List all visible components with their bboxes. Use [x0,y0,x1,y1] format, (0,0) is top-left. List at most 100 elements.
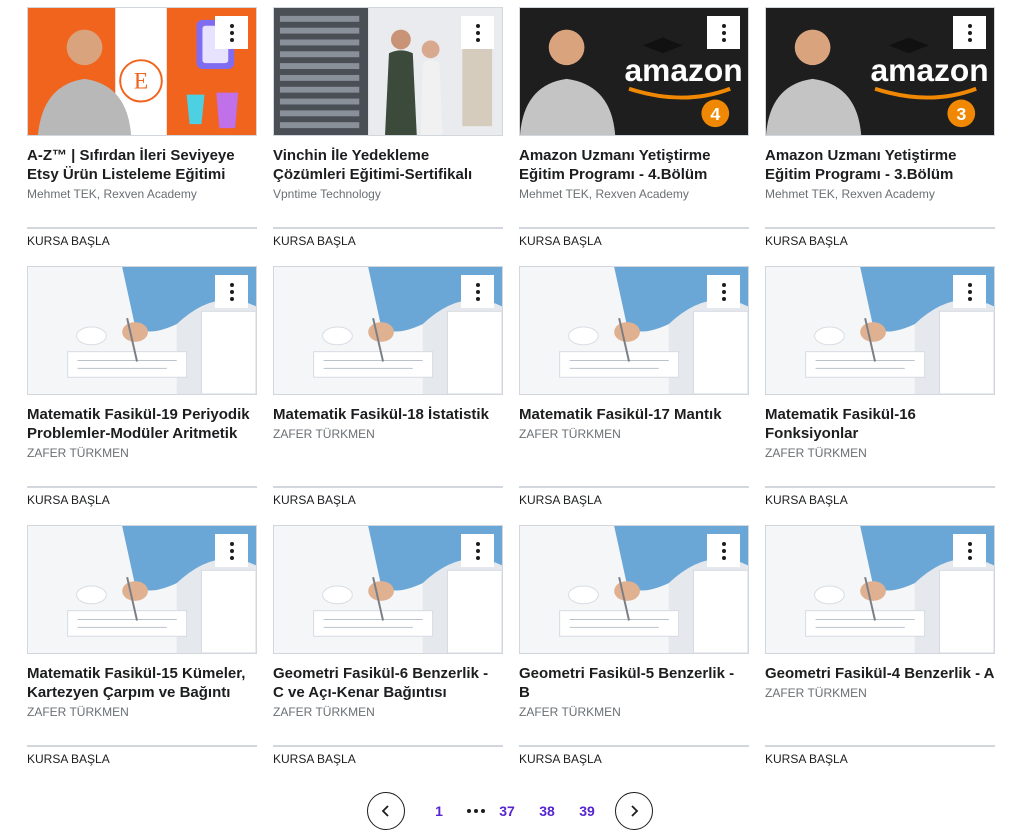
course-title[interactable]: Matematik Fasikül-19 Periyodik Problemle… [27,405,257,443]
more-vertical-icon [721,282,726,301]
course-instructor: Mehmet TEK, Rexven Academy [27,187,197,201]
more-options-button[interactable] [215,534,248,567]
course-instructor: ZAFER TÜRKMEN [27,446,129,460]
course-thumbnail[interactable] [519,525,749,654]
start-course-link[interactable]: KURSA BAŞLA [273,493,503,507]
page-link-37[interactable]: 37 [497,803,517,819]
page-link-1[interactable]: 1 [433,803,445,819]
more-vertical-icon [721,541,726,560]
course-title[interactable]: Matematik Fasikül-18 İstatistik [273,405,503,424]
progress-divider [273,227,503,229]
page-link-38[interactable]: 38 [537,803,557,819]
more-vertical-icon [229,282,234,301]
course-thumbnail[interactable] [273,525,503,654]
course-card[interactable]: Matematik Fasikül-17 Mantık ZAFER TÜRKME… [519,266,749,525]
svg-text:amazon: amazon [625,52,743,88]
course-thumbnail[interactable]: amazon 3 [765,7,995,136]
more-options-button[interactable] [953,534,986,567]
start-course-link[interactable]: KURSA BAŞLA [27,234,257,248]
course-thumbnail[interactable] [27,525,257,654]
course-title[interactable]: Amazon Uzmanı Yetiştirme Eğitim Programı… [765,146,995,184]
course-card[interactable]: Matematik Fasikül-16 Fonksiyonlar ZAFER … [765,266,995,525]
start-course-link[interactable]: KURSA BAŞLA [519,752,749,766]
start-course-link[interactable]: KURSA BAŞLA [765,234,995,248]
course-instructor: Mehmet TEK, Rexven Academy [765,187,935,201]
course-card[interactable]: amazon 4 Amazon Uzmanı Yetiştirme Eğitim… [519,7,749,266]
course-thumbnail[interactable] [27,266,257,395]
course-card[interactable]: Matematik Fasikül-18 İstatistik ZAFER TÜ… [273,266,503,525]
start-course-link[interactable]: KURSA BAŞLA [519,493,749,507]
chevron-right-icon [631,805,639,817]
course-thumbnail[interactable] [273,266,503,395]
progress-divider [519,227,749,229]
start-course-link[interactable]: KURSA BAŞLA [273,234,503,248]
more-options-button[interactable] [461,534,494,567]
course-title[interactable]: Vinchin İle Yedekleme Çözümleri Eğitimi-… [273,146,503,184]
start-course-link[interactable]: KURSA BAŞLA [519,234,749,248]
course-title[interactable]: Amazon Uzmanı Yetiştirme Eğitim Programı… [519,146,749,184]
more-horizontal-icon [467,809,485,813]
course-card[interactable]: Geometri Fasikül-6 Benzerlik - C ve Açı-… [273,525,503,784]
course-card[interactable]: Matematik Fasikül-15 Kümeler, Kartezyen … [27,525,257,784]
course-card[interactable]: E A-Z™ | Sıfırdan İleri Seviyeye Etsy Ür… [27,7,257,266]
start-course-link[interactable]: KURSA BAŞLA [765,752,995,766]
progress-divider [765,745,995,747]
progress-divider [27,227,257,229]
more-options-button[interactable] [953,16,986,49]
course-title[interactable]: Matematik Fasikül-16 Fonksiyonlar [765,405,995,443]
more-vertical-icon [967,23,972,42]
page-link-39[interactable]: 39 [577,803,597,819]
start-course-link[interactable]: KURSA BAŞLA [27,493,257,507]
more-options-button[interactable] [461,275,494,308]
course-title[interactable]: Matematik Fasikül-15 Kümeler, Kartezyen … [27,664,257,702]
course-thumbnail[interactable] [519,266,749,395]
next-page-button[interactable] [615,792,653,830]
course-instructor: ZAFER TÜRKMEN [519,705,621,719]
more-options-button[interactable] [707,16,740,49]
more-options-button[interactable] [215,16,248,49]
more-options-button[interactable] [707,275,740,308]
course-card[interactable]: Matematik Fasikül-19 Periyodik Problemle… [27,266,257,525]
course-card[interactable]: amazon 3 Amazon Uzmanı Yetiştirme Eğitim… [765,7,995,266]
start-course-link[interactable]: KURSA BAŞLA [273,752,503,766]
start-course-link[interactable]: KURSA BAŞLA [765,493,995,507]
course-thumbnail[interactable]: amazon 4 [519,7,749,136]
course-thumbnail[interactable]: E [27,7,257,136]
course-instructor: Vpntime Technology [273,187,381,201]
progress-divider [519,745,749,747]
progress-divider [273,486,503,488]
course-card[interactable]: Geometri Fasikül-5 Benzerlik - B ZAFER T… [519,525,749,784]
chevron-left-icon [381,805,389,817]
course-title[interactable]: Geometri Fasikül-6 Benzerlik - C ve Açı-… [273,664,503,702]
course-grid: E A-Z™ | Sıfırdan İleri Seviyeye Etsy Ür… [27,7,995,784]
prev-page-button[interactable] [367,792,405,830]
more-options-button[interactable] [707,534,740,567]
course-card[interactable]: Geometri Fasikül-4 Benzerlik - A ZAFER T… [765,525,995,784]
course-thumbnail[interactable] [765,266,995,395]
course-instructor: ZAFER TÜRKMEN [765,446,867,460]
svg-text:E: E [134,69,149,95]
progress-divider [27,486,257,488]
progress-divider [519,486,749,488]
progress-divider [765,486,995,488]
more-options-button[interactable] [953,275,986,308]
course-title[interactable]: Matematik Fasikül-17 Mantık [519,405,749,424]
more-vertical-icon [475,23,480,42]
course-title[interactable]: A-Z™ | Sıfırdan İleri Seviyeye Etsy Ürün… [27,146,257,184]
more-options-button[interactable] [215,275,248,308]
course-title[interactable]: Geometri Fasikül-5 Benzerlik - B [519,664,749,702]
progress-divider [273,745,503,747]
svg-text:4: 4 [710,104,720,124]
course-instructor: Mehmet TEK, Rexven Academy [519,187,689,201]
more-vertical-icon [967,541,972,560]
course-instructor: ZAFER TÜRKMEN [273,705,375,719]
more-options-button[interactable] [461,16,494,49]
course-card[interactable]: Vinchin İle Yedekleme Çözümleri Eğitimi-… [273,7,503,266]
start-course-link[interactable]: KURSA BAŞLA [27,752,257,766]
course-thumbnail[interactable] [765,525,995,654]
course-title[interactable]: Geometri Fasikül-4 Benzerlik - A [765,664,995,683]
svg-text:amazon: amazon [871,52,989,88]
more-vertical-icon [229,541,234,560]
course-thumbnail[interactable] [273,7,503,136]
svg-text:3: 3 [956,104,966,124]
